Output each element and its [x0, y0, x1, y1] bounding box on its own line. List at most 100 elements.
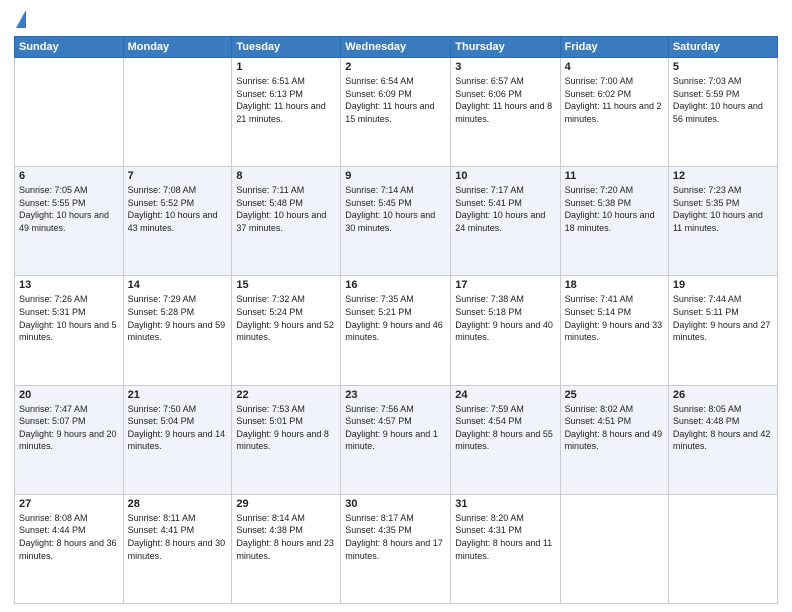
day-content: Sunrise: 6:51 AM Sunset: 6:13 PM Dayligh… — [236, 75, 336, 125]
day-content: Sunrise: 8:05 AM Sunset: 4:48 PM Dayligh… — [673, 403, 773, 453]
day-number: 1 — [236, 61, 336, 73]
day-number: 11 — [565, 170, 664, 182]
day-number: 25 — [565, 389, 664, 401]
day-number: 12 — [673, 170, 773, 182]
day-cell: 3 Sunrise: 6:57 AM Sunset: 6:06 PM Daylig… — [451, 58, 560, 167]
day-cell: 19Sunrise: 7:44 AM Sunset: 5:11 PM Dayli… — [668, 276, 777, 385]
day-content: Sunrise: 8:02 AM Sunset: 4:51 PM Dayligh… — [565, 403, 664, 453]
day-number: 8 — [236, 170, 336, 182]
day-content: Sunrise: 7:38 AM Sunset: 5:18 PM Dayligh… — [455, 293, 555, 343]
day-cell — [560, 494, 668, 603]
day-content: Sunrise: 7:50 AM Sunset: 5:04 PM Dayligh… — [128, 403, 228, 453]
day-content: Sunrise: 7:41 AM Sunset: 5:14 PM Dayligh… — [565, 293, 664, 343]
day-cell — [668, 494, 777, 603]
day-cell: 23Sunrise: 7:56 AM Sunset: 4:57 PM Dayli… — [341, 385, 451, 494]
day-cell: 31 Sunrise: 8:20 AM Sunset: 4:31 PM Dayli… — [451, 494, 560, 603]
day-cell: 20 Sunrise: 7:47 AM Sunset: 5:07 PM Dayli… — [15, 385, 124, 494]
day-cell: 7 Sunrise: 7:08 AM Sunset: 5:52 PM Daylig… — [123, 167, 232, 276]
week-row-1: 6 Sunrise: 7:05 AM Sunset: 5:55 PM Daylig… — [15, 167, 778, 276]
day-content: Sunrise: 7:29 AM Sunset: 5:28 PM Dayligh… — [128, 293, 228, 343]
day-cell: 11 Sunrise: 7:20 AM Sunset: 5:38 PM Dayli… — [560, 167, 668, 276]
week-row-0: 1 Sunrise: 6:51 AM Sunset: 6:13 PM Daylig… — [15, 58, 778, 167]
day-content: Sunrise: 7:17 AM Sunset: 5:41 PM Dayligh… — [455, 184, 555, 234]
day-number: 10 — [455, 170, 555, 182]
day-content: Sunrise: 6:54 AM Sunset: 6:09 PM Dayligh… — [345, 75, 446, 125]
col-header-wednesday: Wednesday — [341, 37, 451, 58]
day-content: Sunrise: 8:14 AM Sunset: 4:38 PM Dayligh… — [236, 512, 336, 562]
day-number: 27 — [19, 498, 119, 510]
day-number: 28 — [128, 498, 228, 510]
day-content: Sunrise: 7:35 AM Sunset: 5:21 PM Dayligh… — [345, 293, 446, 343]
day-cell: 16 Sunrise: 7:35 AM Sunset: 5:21 PM Dayli… — [341, 276, 451, 385]
day-content: Sunrise: 7:26 AM Sunset: 5:31 PM Dayligh… — [19, 293, 119, 343]
day-number: 29 — [236, 498, 336, 510]
day-cell: 13 Sunrise: 7:26 AM Sunset: 5:31 PM Dayli… — [15, 276, 124, 385]
col-header-tuesday: Tuesday — [232, 37, 341, 58]
day-content: Sunrise: 7:56 AM Sunset: 4:57 PM Dayligh… — [345, 403, 446, 453]
day-number: 14 — [128, 279, 228, 291]
day-number: 22 — [236, 389, 336, 401]
page: SundayMondayTuesdayWednesdayThursdayFrid… — [0, 0, 792, 612]
col-header-monday: Monday — [123, 37, 232, 58]
day-cell: 4 Sunrise: 7:00 AM Sunset: 6:02 PM Daylig… — [560, 58, 668, 167]
day-cell: 30 Sunrise: 8:17 AM Sunset: 4:35 PM Dayli… — [341, 494, 451, 603]
day-number: 20 — [19, 389, 119, 401]
day-cell: 18 Sunrise: 7:41 AM Sunset: 5:14 PM Dayli… — [560, 276, 668, 385]
day-content: Sunrise: 7:05 AM Sunset: 5:55 PM Dayligh… — [19, 184, 119, 234]
day-cell: 27 Sunrise: 8:08 AM Sunset: 4:44 PM Dayli… — [15, 494, 124, 603]
day-content: Sunrise: 8:20 AM Sunset: 4:31 PM Dayligh… — [455, 512, 555, 562]
col-header-saturday: Saturday — [668, 37, 777, 58]
calendar-table: SundayMondayTuesdayWednesdayThursdayFrid… — [14, 36, 778, 604]
day-content: Sunrise: 7:59 AM Sunset: 4:54 PM Dayligh… — [455, 403, 555, 453]
day-number: 5 — [673, 61, 773, 73]
day-number: 4 — [565, 61, 664, 73]
day-cell: 24 Sunrise: 7:59 AM Sunset: 4:54 PM Dayli… — [451, 385, 560, 494]
day-cell: 17Sunrise: 7:38 AM Sunset: 5:18 PM Dayli… — [451, 276, 560, 385]
day-content: Sunrise: 6:57 AM Sunset: 6:06 PM Dayligh… — [455, 75, 555, 125]
col-header-friday: Friday — [560, 37, 668, 58]
day-number: 16 — [345, 279, 446, 291]
day-number: 13 — [19, 279, 119, 291]
day-content: Sunrise: 7:03 AM Sunset: 5:59 PM Dayligh… — [673, 75, 773, 125]
day-cell: 28Sunrise: 8:11 AM Sunset: 4:41 PM Dayli… — [123, 494, 232, 603]
day-content: Sunrise: 7:00 AM Sunset: 6:02 PM Dayligh… — [565, 75, 664, 125]
day-cell: 12 Sunrise: 7:23 AM Sunset: 5:35 PM Dayli… — [668, 167, 777, 276]
day-number: 24 — [455, 389, 555, 401]
day-number: 6 — [19, 170, 119, 182]
week-row-3: 20 Sunrise: 7:47 AM Sunset: 5:07 PM Dayli… — [15, 385, 778, 494]
week-row-2: 13 Sunrise: 7:26 AM Sunset: 5:31 PM Dayli… — [15, 276, 778, 385]
day-cell: 5 Sunrise: 7:03 AM Sunset: 5:59 PM Daylig… — [668, 58, 777, 167]
day-number: 2 — [345, 61, 446, 73]
day-cell: 14 Sunrise: 7:29 AM Sunset: 5:28 PM Dayli… — [123, 276, 232, 385]
day-cell: 26Sunrise: 8:05 AM Sunset: 4:48 PM Dayli… — [668, 385, 777, 494]
day-number: 15 — [236, 279, 336, 291]
col-header-sunday: Sunday — [15, 37, 124, 58]
day-content: Sunrise: 8:08 AM Sunset: 4:44 PM Dayligh… — [19, 512, 119, 562]
day-cell: 9Sunrise: 7:14 AM Sunset: 5:45 PM Daylig… — [341, 167, 451, 276]
day-cell: 15Sunrise: 7:32 AM Sunset: 5:24 PM Dayli… — [232, 276, 341, 385]
day-cell: 29 Sunrise: 8:14 AM Sunset: 4:38 PM Dayli… — [232, 494, 341, 603]
day-content: Sunrise: 7:14 AM Sunset: 5:45 PM Dayligh… — [345, 184, 446, 234]
day-number: 31 — [455, 498, 555, 510]
day-cell: 10 Sunrise: 7:17 AM Sunset: 5:41 PM Dayli… — [451, 167, 560, 276]
header-row: SundayMondayTuesdayWednesdayThursdayFrid… — [15, 37, 778, 58]
day-cell: 25 Sunrise: 8:02 AM Sunset: 4:51 PM Dayli… — [560, 385, 668, 494]
day-content: Sunrise: 7:47 AM Sunset: 5:07 PM Dayligh… — [19, 403, 119, 453]
day-number: 7 — [128, 170, 228, 182]
day-content: Sunrise: 7:20 AM Sunset: 5:38 PM Dayligh… — [565, 184, 664, 234]
day-number: 30 — [345, 498, 446, 510]
day-content: Sunrise: 7:44 AM Sunset: 5:11 PM Dayligh… — [673, 293, 773, 343]
day-cell: 22 Sunrise: 7:53 AM Sunset: 5:01 PM Dayli… — [232, 385, 341, 494]
day-content: Sunrise: 7:11 AM Sunset: 5:48 PM Dayligh… — [236, 184, 336, 234]
day-content: Sunrise: 7:23 AM Sunset: 5:35 PM Dayligh… — [673, 184, 773, 234]
day-cell — [123, 58, 232, 167]
day-number: 21 — [128, 389, 228, 401]
day-cell: 1 Sunrise: 6:51 AM Sunset: 6:13 PM Daylig… — [232, 58, 341, 167]
day-number: 18 — [565, 279, 664, 291]
col-header-thursday: Thursday — [451, 37, 560, 58]
day-content: Sunrise: 7:53 AM Sunset: 5:01 PM Dayligh… — [236, 403, 336, 453]
day-number: 3 — [455, 61, 555, 73]
day-content: Sunrise: 7:08 AM Sunset: 5:52 PM Dayligh… — [128, 184, 228, 234]
day-cell: 8 Sunrise: 7:11 AM Sunset: 5:48 PM Daylig… — [232, 167, 341, 276]
day-content: Sunrise: 8:17 AM Sunset: 4:35 PM Dayligh… — [345, 512, 446, 562]
